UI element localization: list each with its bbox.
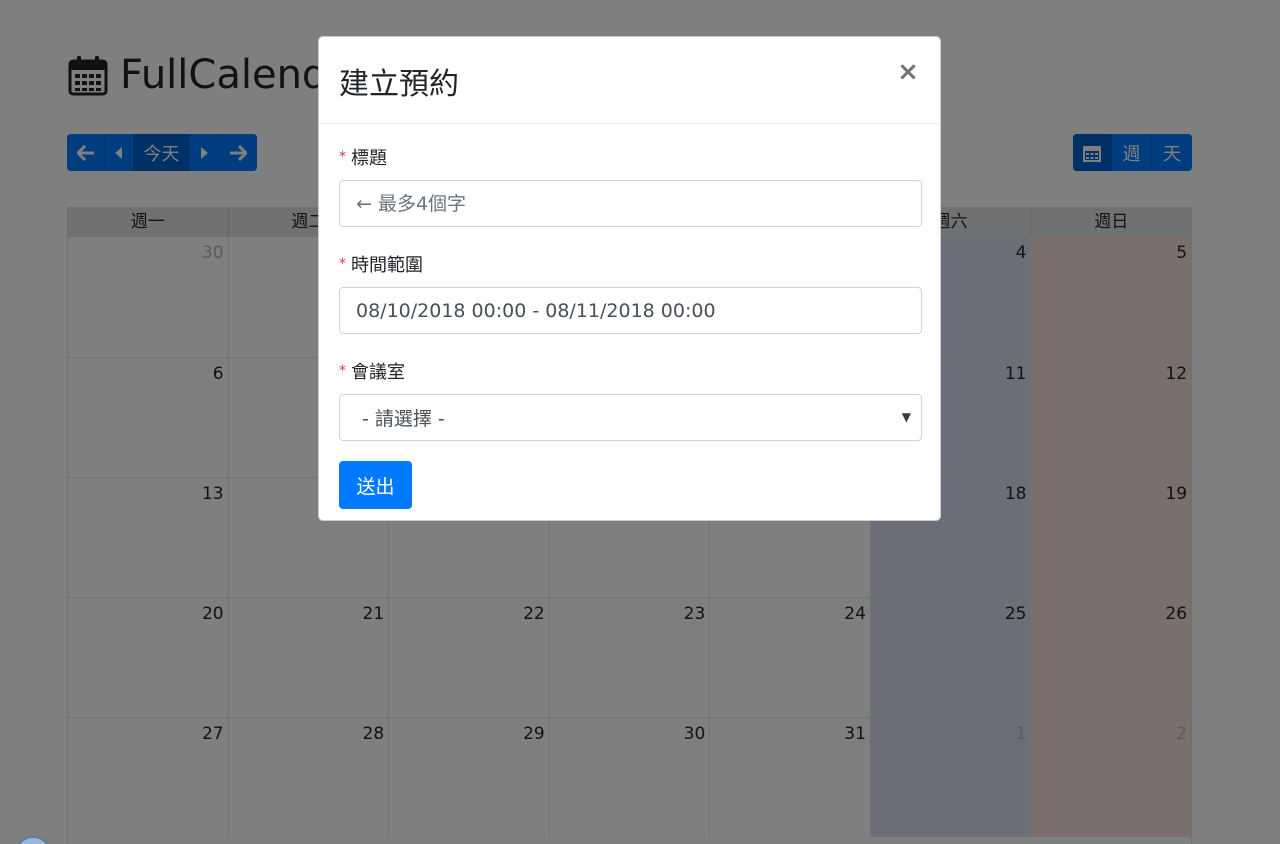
- room-select-value: - 請選擇 -: [362, 408, 445, 430]
- modal-header: 建立預約 ×: [319, 37, 940, 124]
- modal-body: * 標題 * 時間範圍 * 會議室 - 請選擇 - ▼ 送出: [319, 124, 940, 509]
- title-field: * 標題: [339, 144, 922, 227]
- time-range-field-label: * 時間範圍: [339, 251, 920, 277]
- room-field: * 會議室 - 請選擇 - ▼: [339, 358, 922, 441]
- title-label-text: 標題: [351, 148, 387, 169]
- title-input[interactable]: [339, 180, 922, 227]
- required-mark: *: [339, 363, 346, 379]
- required-mark: *: [339, 256, 346, 272]
- room-select[interactable]: - 請選擇 - ▼: [339, 394, 922, 441]
- required-mark: *: [339, 149, 346, 165]
- submit-button[interactable]: 送出: [339, 461, 412, 509]
- create-booking-modal: 建立預約 × * 標題 * 時間範圍 * 會議室 - 請選擇 - ▼: [318, 36, 941, 521]
- title-field-label: * 標題: [339, 144, 920, 170]
- modal-title: 建立預約: [339, 67, 459, 102]
- room-field-label: * 會議室: [339, 358, 920, 384]
- room-label-text: 會議室: [351, 362, 405, 383]
- time-range-input[interactable]: [339, 287, 922, 334]
- caret-down-icon: ▼: [901, 410, 911, 424]
- time-range-field: * 時間範圍: [339, 251, 922, 334]
- time-range-label-text: 時間範圍: [351, 255, 423, 276]
- close-icon[interactable]: ×: [896, 57, 920, 87]
